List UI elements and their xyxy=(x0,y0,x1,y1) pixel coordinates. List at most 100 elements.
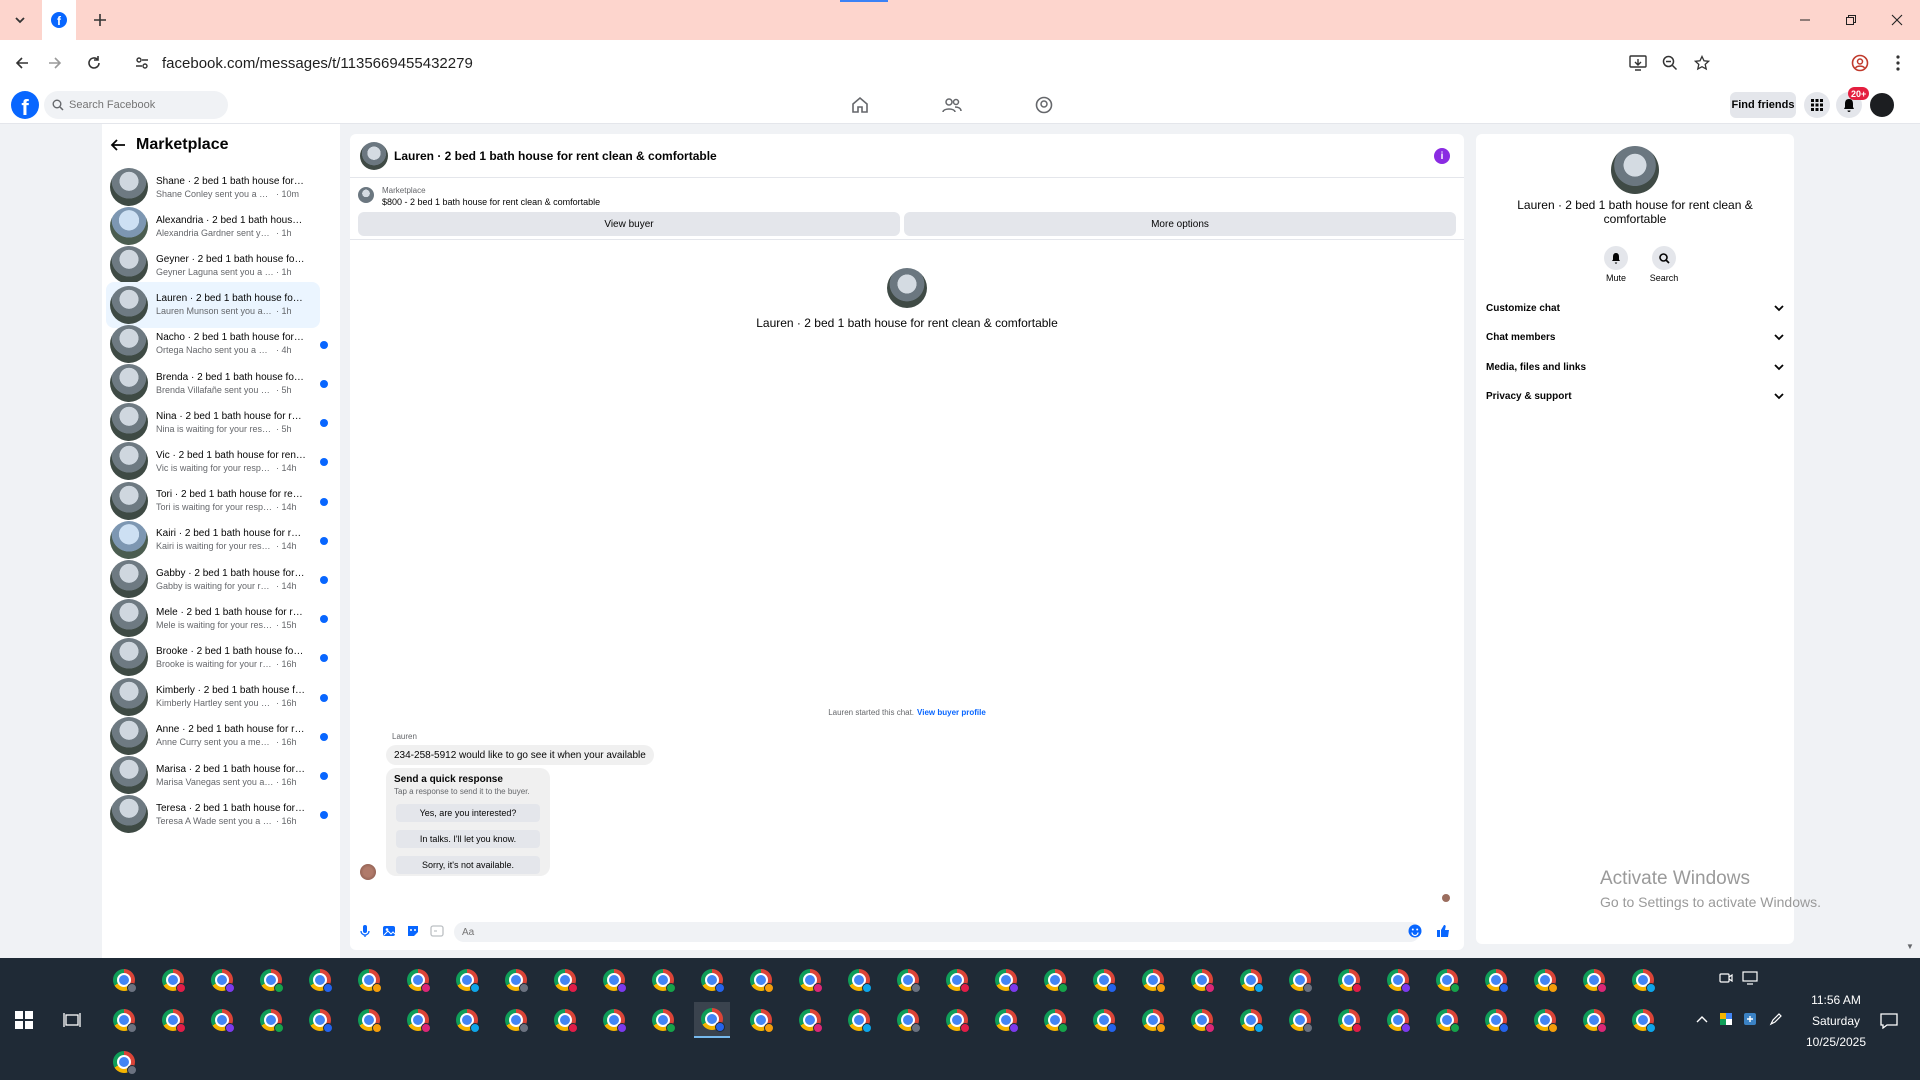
listing-thumbnail[interactable] xyxy=(358,187,374,203)
chrome-taskbar-icon[interactable] xyxy=(1331,962,1367,998)
zoom-icon[interactable] xyxy=(1658,51,1682,75)
chrome-taskbar-icon[interactable] xyxy=(1625,962,1661,998)
pen-icon[interactable] xyxy=(1766,1009,1786,1029)
chrome-taskbar-icon[interactable] xyxy=(1380,1002,1416,1038)
chrome-taskbar-icon[interactable] xyxy=(841,962,877,998)
privacy-support-section[interactable]: Privacy & support xyxy=(1486,384,1784,408)
chrome-taskbar-icon[interactable] xyxy=(302,1002,338,1038)
chrome-taskbar-icon[interactable] xyxy=(743,962,779,998)
chrome-taskbar-icon[interactable] xyxy=(890,962,926,998)
meet-now-icon[interactable] xyxy=(1716,968,1736,988)
chrome-taskbar-icon[interactable] xyxy=(694,962,730,998)
restore-window-icon[interactable] xyxy=(1828,0,1874,40)
chrome-taskbar-icon[interactable] xyxy=(1086,962,1122,998)
sender-avatar[interactable] xyxy=(360,864,376,880)
chrome-taskbar-icon[interactable] xyxy=(1331,1002,1367,1038)
chrome-taskbar-icon[interactable] xyxy=(596,962,632,998)
tab-search-chevron-icon[interactable] xyxy=(10,10,30,30)
address-bar[interactable]: facebook.com/messages/t/1135669455432279 xyxy=(122,47,1740,79)
account-avatar[interactable] xyxy=(1868,91,1896,119)
conversation-info-icon[interactable]: i xyxy=(1434,148,1450,164)
mute-action[interactable]: Mute xyxy=(1596,246,1636,283)
chrome-taskbar-icon[interactable] xyxy=(204,1002,240,1038)
chrome-taskbar-icon[interactable] xyxy=(1086,1002,1122,1038)
page-scroll-down-icon[interactable]: ▼ xyxy=(1906,942,1914,951)
chat-members-section[interactable]: Chat members xyxy=(1486,325,1784,349)
chrome-taskbar-icon[interactable] xyxy=(988,962,1024,998)
chrome-taskbar-icon[interactable] xyxy=(155,962,191,998)
chrome-taskbar-icon[interactable] xyxy=(890,1002,926,1038)
url-text[interactable]: facebook.com/messages/t/1135669455432279 xyxy=(162,55,473,72)
more-options-button[interactable]: More options xyxy=(904,212,1456,236)
chrome-taskbar-icon[interactable] xyxy=(1184,1002,1220,1038)
chrome-taskbar-icon[interactable] xyxy=(253,962,289,998)
chrome-taskbar-icon[interactable] xyxy=(449,1002,485,1038)
chat-header-avatar[interactable] xyxy=(360,141,388,170)
minimize-window-icon[interactable] xyxy=(1782,0,1828,40)
browser-menu-icon[interactable] xyxy=(1886,51,1910,75)
chrome-taskbar-icon[interactable] xyxy=(988,1002,1024,1038)
install-app-icon[interactable] xyxy=(1626,51,1650,75)
home-icon[interactable] xyxy=(848,93,872,117)
details-avatar[interactable] xyxy=(1611,146,1659,194)
chrome-taskbar-icon[interactable] xyxy=(351,962,387,998)
facebook-search-input[interactable] xyxy=(69,99,209,111)
chrome-taskbar-icon[interactable] xyxy=(498,962,534,998)
close-window-icon[interactable] xyxy=(1874,0,1920,40)
message-input[interactable] xyxy=(454,922,1420,942)
forward-arrow-icon[interactable] xyxy=(43,51,67,75)
chrome-taskbar-icon[interactable] xyxy=(547,1002,583,1038)
profile-circle-icon[interactable] xyxy=(1032,93,1056,117)
new-tab-plus-icon[interactable] xyxy=(90,10,110,30)
chrome-taskbar-icon[interactable] xyxy=(1478,1002,1514,1038)
quick-reply-button[interactable]: Sorry, it's not available. xyxy=(396,856,540,874)
chrome-taskbar-icon[interactable] xyxy=(1282,962,1318,998)
chrome-taskbar-icon[interactable] xyxy=(204,962,240,998)
chat-header-title[interactable]: Lauren · 2 bed 1 bath house for rent cle… xyxy=(394,149,717,163)
facebook-logo-icon[interactable]: f xyxy=(11,91,39,120)
menu-grid-icon[interactable] xyxy=(1804,92,1830,118)
chrome-taskbar-icon[interactable] xyxy=(547,962,583,998)
action-center-icon[interactable] xyxy=(1878,1010,1900,1032)
chrome-taskbar-icon[interactable] xyxy=(645,962,681,998)
display-icon[interactable] xyxy=(1740,968,1760,988)
chrome-taskbar-icon[interactable] xyxy=(1527,1002,1563,1038)
task-view-icon[interactable] xyxy=(60,1008,84,1032)
chrome-taskbar-icon[interactable] xyxy=(1184,962,1220,998)
gif-icon[interactable] xyxy=(430,924,444,938)
chrome-taskbar-icon[interactable] xyxy=(792,962,828,998)
reload-icon[interactable] xyxy=(82,51,106,75)
chrome-taskbar-icon[interactable] xyxy=(694,1002,730,1038)
chrome-taskbar-icon[interactable] xyxy=(1037,1002,1073,1038)
listing-description[interactable]: $800 - 2 bed 1 bath house for rent clean… xyxy=(382,197,600,207)
chrome-taskbar-icon[interactable] xyxy=(841,1002,877,1038)
chrome-taskbar-icon[interactable] xyxy=(1429,962,1465,998)
chrome-taskbar-icon[interactable] xyxy=(351,1002,387,1038)
app-tray-icon[interactable] xyxy=(1740,1009,1760,1029)
chrome-taskbar-icon[interactable] xyxy=(400,1002,436,1038)
customize-chat-section[interactable]: Customize chat xyxy=(1486,296,1784,320)
chrome-taskbar-icon[interactable] xyxy=(155,1002,191,1038)
back-arrow-icon[interactable] xyxy=(110,138,126,152)
chrome-taskbar-icon[interactable] xyxy=(253,1002,289,1038)
photo-icon[interactable] xyxy=(382,924,396,938)
chrome-taskbar-icon[interactable] xyxy=(792,1002,828,1038)
chrome-taskbar-icon[interactable] xyxy=(596,1002,632,1038)
chrome-taskbar-icon[interactable] xyxy=(939,962,975,998)
quick-reply-button[interactable]: Yes, are you interested? xyxy=(396,804,540,822)
active-tab-facebook[interactable]: f xyxy=(42,0,76,40)
bookmark-star-icon[interactable] xyxy=(1690,51,1714,75)
chrome-taskbar-icon[interactable] xyxy=(1576,962,1612,998)
taskbar-clock[interactable]: 11:56 AM Saturday 10/25/2025 xyxy=(1804,990,1868,1053)
media-files-links-section[interactable]: Media, files and links xyxy=(1486,355,1784,379)
chrome-taskbar-icon[interactable] xyxy=(106,962,142,998)
back-arrow-icon[interactable] xyxy=(10,51,34,75)
chrome-taskbar-icon[interactable] xyxy=(1527,962,1563,998)
sticker-icon[interactable] xyxy=(406,924,420,938)
chrome-taskbar-icon[interactable] xyxy=(302,962,338,998)
view-buyer-profile-link[interactable]: View buyer profile xyxy=(917,708,986,717)
chrome-taskbar-icon[interactable] xyxy=(1233,1002,1269,1038)
chrome-taskbar-icon[interactable] xyxy=(1429,1002,1465,1038)
chrome-taskbar-icon[interactable] xyxy=(1478,962,1514,998)
friends-icon[interactable] xyxy=(940,93,964,117)
